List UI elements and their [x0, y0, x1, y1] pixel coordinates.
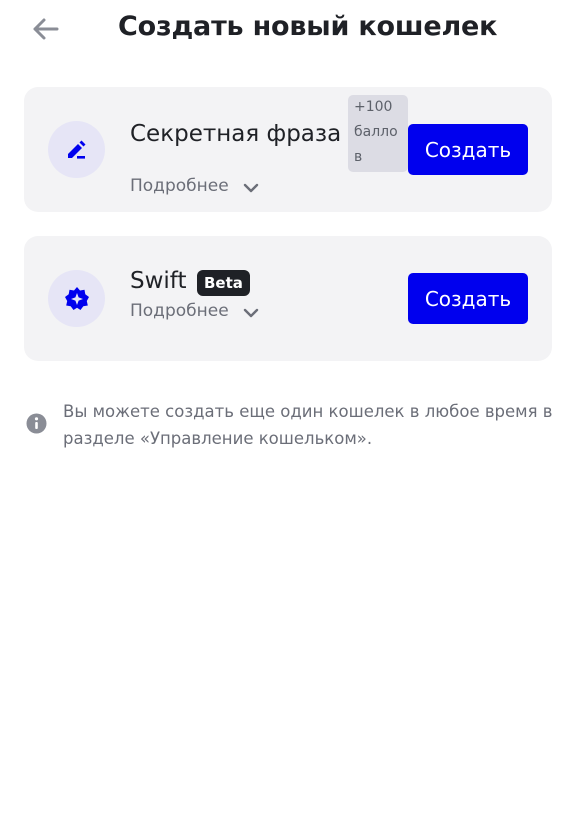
points-badge: +100 балло в — [348, 95, 408, 172]
badge-line: балло — [354, 124, 398, 140]
edit-pen-icon — [48, 121, 105, 178]
create-button[interactable]: Создать — [408, 273, 528, 324]
badge-line: +100 — [354, 99, 393, 115]
arrow-left-icon — [33, 18, 59, 40]
card-title: Секретная фраза — [130, 121, 342, 147]
chevron-down-icon — [243, 183, 259, 193]
card-title: Swift — [130, 268, 187, 294]
badge-line: в — [354, 149, 363, 165]
details-label: Подробнее — [130, 176, 229, 196]
info-icon — [26, 413, 47, 438]
secret-phrase-card: Секретная фраза +100 балло в Подробнее С… — [24, 87, 552, 212]
swift-card: Swift Beta Подробнее Создать — [24, 236, 552, 361]
info-text: Вы можете создать еще один кошелек в люб… — [63, 402, 553, 448]
page-title: Создать новый кошелек — [118, 11, 498, 42]
create-button[interactable]: Создать — [408, 124, 528, 175]
details-toggle[interactable]: Подробнее — [130, 176, 259, 196]
beta-badge: Beta — [197, 270, 250, 296]
details-label: Подробнее — [130, 301, 229, 321]
chevron-down-icon — [243, 308, 259, 318]
badge-star-icon — [48, 270, 105, 327]
header: Создать новый кошелек — [0, 0, 576, 60]
details-toggle[interactable]: Подробнее — [130, 301, 259, 321]
back-button[interactable] — [28, 12, 62, 46]
